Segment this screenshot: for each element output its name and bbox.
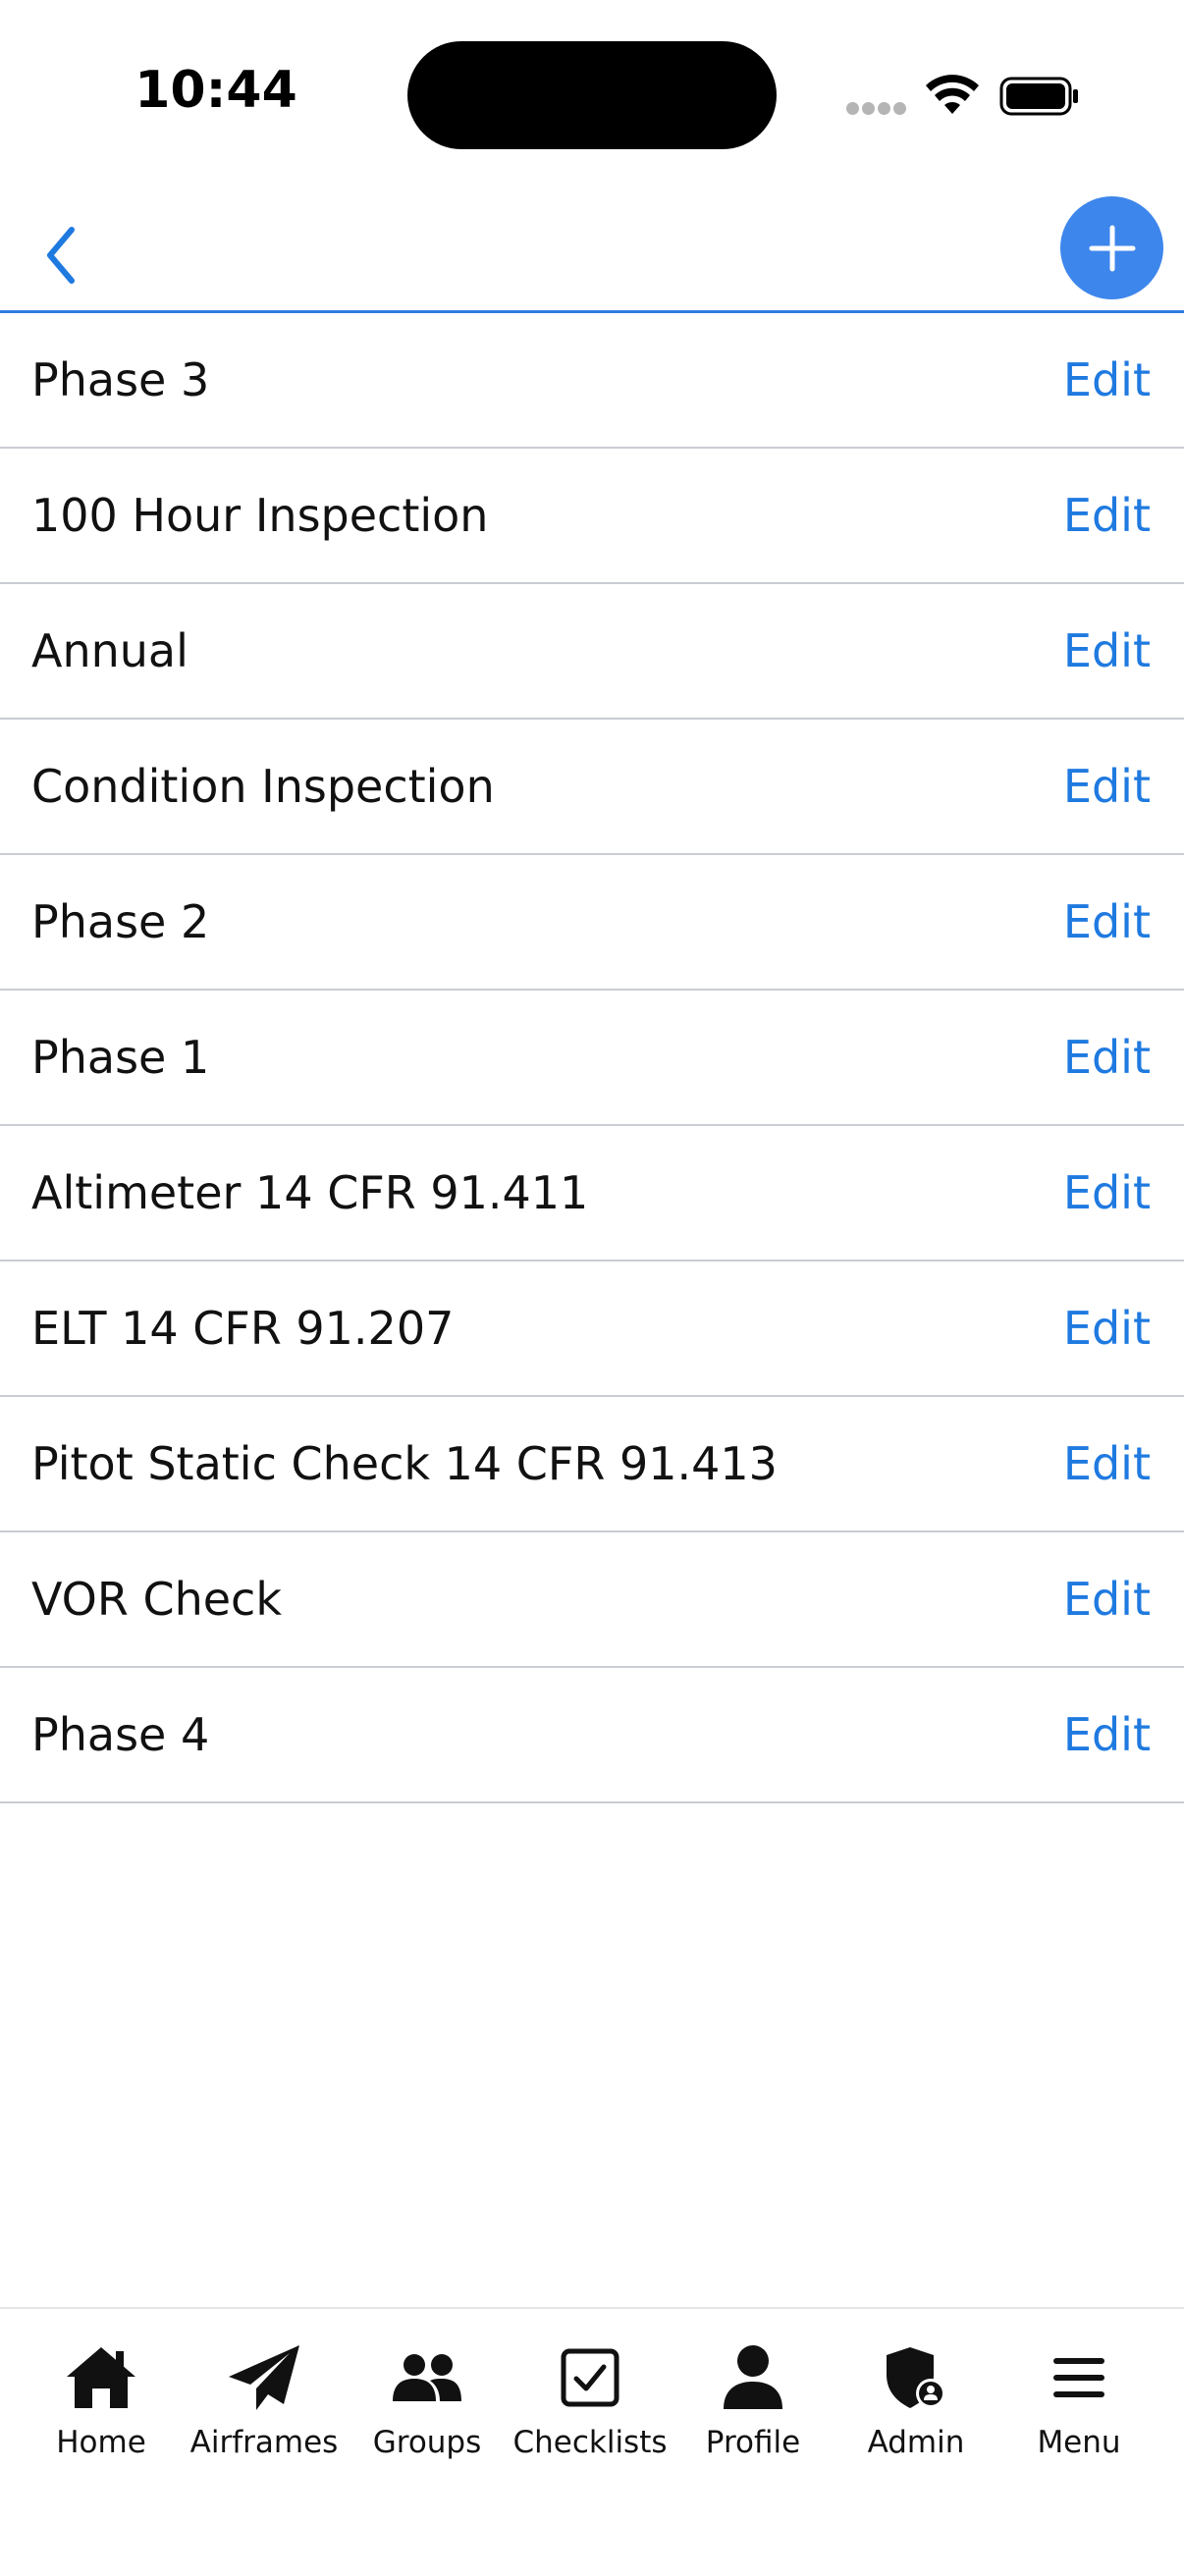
wifi-icon xyxy=(926,75,979,114)
edit-button[interactable]: Edit xyxy=(1063,489,1151,542)
list-item: Phase 3 Edit xyxy=(0,313,1184,449)
user-icon xyxy=(724,2345,782,2409)
back-button[interactable] xyxy=(27,216,96,295)
tab-airframes[interactable]: Airframes xyxy=(183,2338,346,2486)
tab-label: Groups xyxy=(372,2425,482,2460)
list-item: Condition Inspection Edit xyxy=(0,720,1184,855)
edit-button[interactable]: Edit xyxy=(1063,895,1151,948)
home-icon xyxy=(67,2347,135,2408)
list-item: VOR Check Edit xyxy=(0,1532,1184,1668)
edit-button[interactable]: Edit xyxy=(1063,1166,1151,1219)
list-item-title: Pitot Static Check 14 CFR 91.413 xyxy=(31,1437,778,1490)
list-item-title: ELT 14 CFR 91.207 xyxy=(31,1302,455,1355)
tab-bar: Home Airframes Groups Checklists Profile… xyxy=(0,2307,1184,2576)
paper-plane-icon xyxy=(229,2345,299,2410)
list-item: Phase 4 Edit xyxy=(0,1668,1184,1803)
edit-button[interactable]: Edit xyxy=(1063,1573,1151,1626)
add-button[interactable] xyxy=(1060,196,1163,299)
tab-checklists[interactable]: Checklists xyxy=(509,2338,672,2486)
list-item-title: Phase 4 xyxy=(31,1708,210,1761)
list-item-title: Annual xyxy=(31,624,188,677)
dynamic-island xyxy=(407,41,777,149)
list-item-title: Phase 2 xyxy=(31,895,210,948)
tab-label: Airframes xyxy=(189,2425,339,2460)
battery-icon xyxy=(999,77,1078,116)
tab-label: Menu xyxy=(1037,2425,1121,2460)
tab-admin[interactable]: Admin xyxy=(834,2338,997,2486)
users-icon xyxy=(393,2354,461,2401)
edit-button[interactable]: Edit xyxy=(1063,624,1151,677)
list-item-title: Altimeter 14 CFR 91.411 xyxy=(31,1166,589,1219)
list-item-title: Phase 1 xyxy=(31,1031,210,1084)
nav-bar xyxy=(0,187,1184,313)
tab-label: Profile xyxy=(705,2425,801,2460)
status-time: 10:44 xyxy=(135,61,297,120)
list-item: Phase 1 Edit xyxy=(0,991,1184,1126)
edit-button[interactable]: Edit xyxy=(1063,1708,1151,1761)
plus-icon xyxy=(1089,225,1135,271)
checklist-list: Phase 3 Edit 100 Hour Inspection Edit An… xyxy=(0,313,1184,1803)
list-item-title: Condition Inspection xyxy=(31,760,495,813)
list-item-title: 100 Hour Inspection xyxy=(31,489,489,542)
list-item-title: VOR Check xyxy=(31,1573,282,1626)
list-item: Phase 2 Edit xyxy=(0,855,1184,991)
status-bar: 10:44 xyxy=(0,0,1184,187)
edit-button[interactable]: Edit xyxy=(1063,1031,1151,1084)
chevron-left-icon xyxy=(47,227,75,284)
tab-menu[interactable]: Menu xyxy=(997,2338,1160,2486)
menu-icon xyxy=(1053,2358,1104,2397)
tab-label: Home xyxy=(56,2425,146,2460)
edit-button[interactable]: Edit xyxy=(1063,353,1151,406)
cellular-signal-icon xyxy=(846,102,907,116)
tab-home[interactable]: Home xyxy=(20,2338,183,2486)
tab-label: Admin xyxy=(867,2425,965,2460)
edit-button[interactable]: Edit xyxy=(1063,760,1151,813)
edit-button[interactable]: Edit xyxy=(1063,1302,1151,1355)
tab-groups[interactable]: Groups xyxy=(346,2338,509,2486)
checkbox-icon xyxy=(561,2348,619,2407)
list-item: 100 Hour Inspection Edit xyxy=(0,449,1184,584)
list-item: Annual Edit xyxy=(0,584,1184,720)
list-item: Altimeter 14 CFR 91.411 Edit xyxy=(0,1126,1184,1261)
shield-user-icon xyxy=(887,2347,945,2408)
list-item: ELT 14 CFR 91.207 Edit xyxy=(0,1261,1184,1397)
edit-button[interactable]: Edit xyxy=(1063,1437,1151,1490)
list-item-title: Phase 3 xyxy=(31,353,210,406)
list-item: Pitot Static Check 14 CFR 91.413 Edit xyxy=(0,1397,1184,1532)
tab-profile[interactable]: Profile xyxy=(672,2338,834,2486)
tab-label: Checklists xyxy=(512,2425,668,2460)
